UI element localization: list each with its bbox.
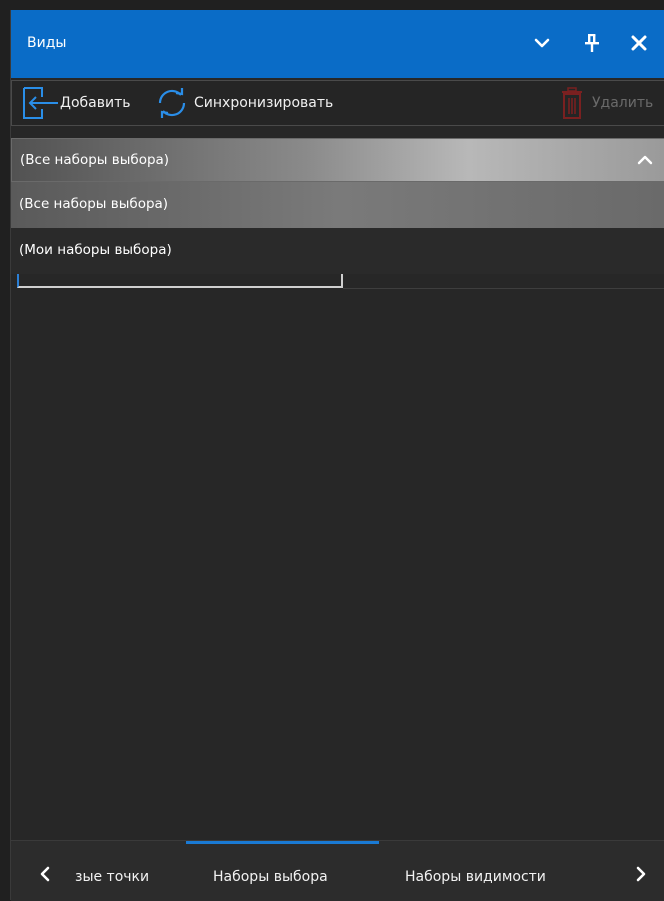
dropdown-option-all[interactable]: (Все наборы выбора) bbox=[11, 182, 664, 228]
panel-titlebar: Виды bbox=[11, 10, 664, 78]
delete-button[interactable]: Удалить bbox=[558, 81, 653, 125]
views-panel: Виды Добавить Синхронизировать Удалить (… bbox=[10, 10, 664, 901]
content-area bbox=[11, 292, 664, 838]
tab-visibility-sets[interactable]: Наборы видимости bbox=[405, 869, 546, 885]
trash-icon bbox=[558, 85, 586, 121]
toolbar: Добавить Синхронизировать Удалить bbox=[11, 80, 664, 126]
selection-set-dropdown[interactable]: (Все наборы выбора) bbox=[11, 138, 664, 182]
tab-points[interactable]: зые точки bbox=[75, 869, 149, 885]
underlying-field bbox=[17, 274, 343, 288]
sync-icon bbox=[154, 85, 190, 121]
add-button-label: Добавить bbox=[60, 95, 131, 111]
chevron-left-icon[interactable] bbox=[37, 865, 53, 887]
active-tab-indicator bbox=[186, 841, 379, 844]
panel-title: Виды bbox=[27, 35, 67, 51]
chevron-up-icon bbox=[636, 151, 654, 173]
tab-selection-sets[interactable]: Наборы выбора bbox=[213, 869, 328, 885]
add-button[interactable]: Добавить bbox=[16, 81, 130, 125]
divider bbox=[343, 288, 664, 289]
bottom-tabbar: зые точки Наборы выбора Наборы видимости bbox=[11, 840, 664, 901]
delete-button-label: Удалить bbox=[592, 95, 654, 111]
dropdown-list: (Все наборы выбора) (Мои наборы выбора) bbox=[11, 182, 664, 274]
sync-button-label: Синхронизировать bbox=[194, 95, 334, 111]
dropdown-selected-value: (Все наборы выбора) bbox=[20, 152, 170, 168]
sync-button[interactable]: Синхронизировать bbox=[154, 81, 333, 125]
add-icon bbox=[16, 83, 60, 123]
chevron-down-icon[interactable] bbox=[531, 32, 553, 54]
dropdown-option-mine[interactable]: (Мои наборы выбора) bbox=[11, 228, 664, 274]
pin-icon[interactable] bbox=[581, 32, 603, 54]
chevron-right-icon[interactable] bbox=[633, 865, 649, 887]
close-icon[interactable] bbox=[628, 32, 650, 54]
